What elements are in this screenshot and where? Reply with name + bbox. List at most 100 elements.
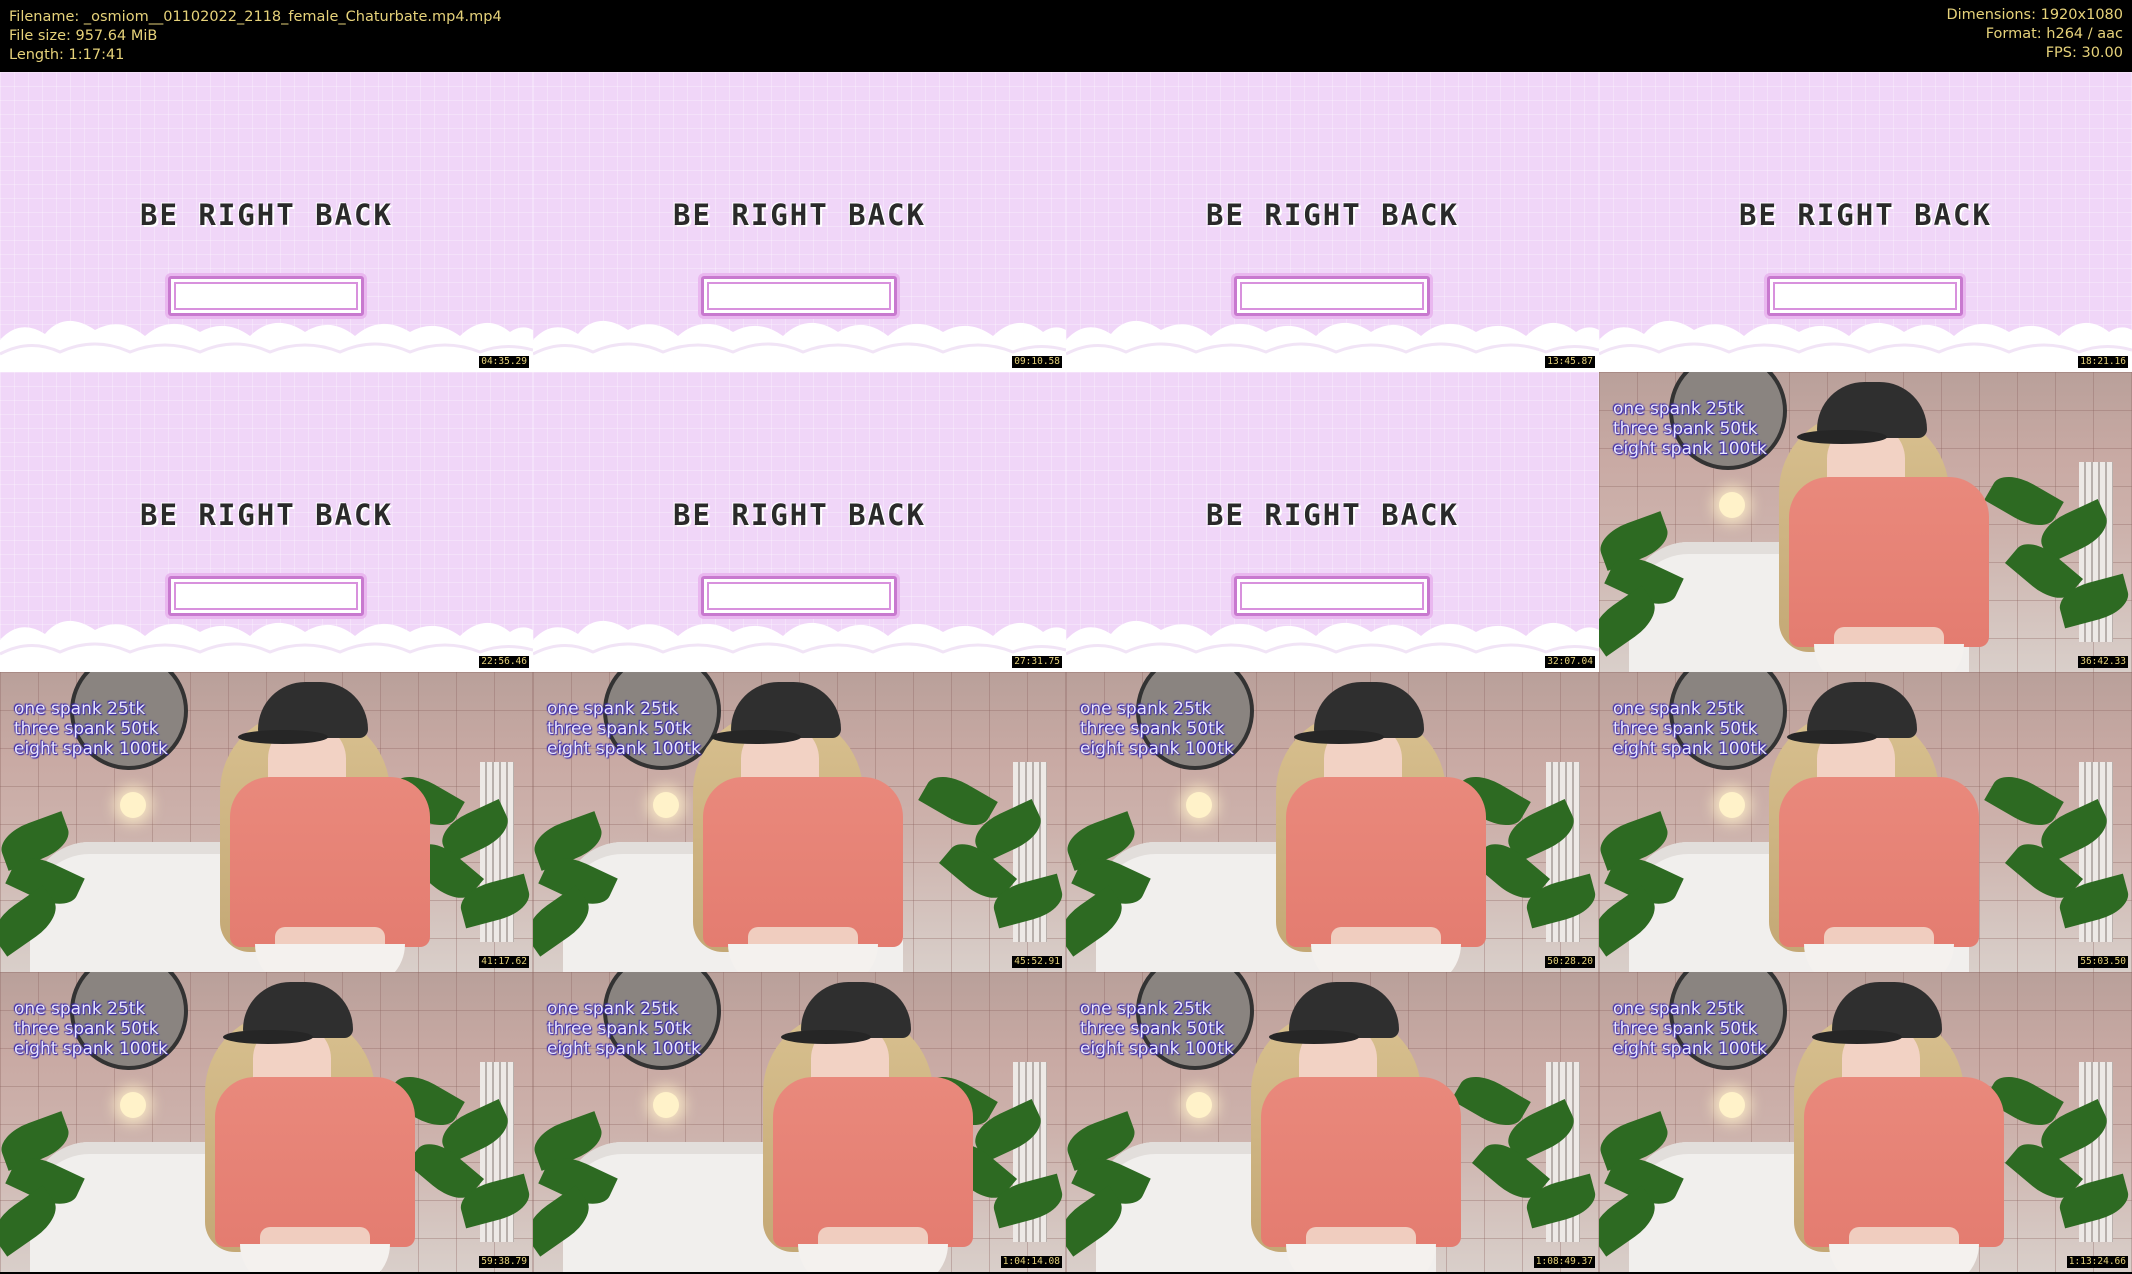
- thumbnail-14: one spank 25tk three spank 50tk eight span…: [533, 972, 1066, 1272]
- thumbnail-6: BE RIGHT BACK 27:31.75: [533, 372, 1066, 672]
- underwear: [240, 1244, 390, 1272]
- tip-line-2: three spank 50tk: [547, 719, 692, 739]
- thumbnail-10: one spank 25tk three spank 50tk eight span…: [533, 672, 1066, 972]
- thumbnail-7: BE RIGHT BACK 32:07.04: [1066, 372, 1599, 672]
- candle-light: [653, 1092, 679, 1118]
- underwear: [1814, 644, 1964, 672]
- pink-shirt: [1779, 777, 1979, 947]
- timestamp-label: 22:56.46: [479, 656, 529, 668]
- tip-line-1: one spank 25tk: [1080, 699, 1212, 719]
- tip-line-3: eight spank 100tk: [547, 1039, 701, 1059]
- format-text: Format: h264 / aac: [1985, 26, 2123, 42]
- tip-menu-overlay: one spank 25tk three spank 50tk eight span…: [1080, 999, 1234, 1059]
- tip-line-1: one spank 25tk: [14, 999, 146, 1019]
- timestamp-label: 59:38.79: [479, 1256, 529, 1268]
- tip-line-1: one spank 25tk: [1613, 999, 1745, 1019]
- thumbnail-12: one spank 25tk three spank 50tk eight span…: [1599, 672, 2132, 972]
- candle-light: [653, 792, 679, 818]
- tip-line-3: eight spank 100tk: [1613, 739, 1767, 759]
- candle-light: [1186, 1092, 1212, 1118]
- timestamp-label: 36:42.33: [2078, 656, 2128, 668]
- thumbnail-15: one spank 25tk three spank 50tk eight span…: [1066, 972, 1599, 1272]
- timestamp-label: 55:03.50: [2078, 956, 2128, 968]
- filename-text: Filename: _osmiom__01102022_2118_female_…: [9, 9, 502, 25]
- underwear: [798, 1244, 948, 1272]
- tip-line-2: three spank 50tk: [14, 719, 159, 739]
- tip-line-2: three spank 50tk: [547, 1019, 692, 1039]
- thumbnail-8: one spank 25tk three spank 50tk eight span…: [1599, 372, 2132, 672]
- candle-light: [1719, 792, 1745, 818]
- pink-shirt: [215, 1077, 415, 1247]
- tip-line-2: three spank 50tk: [1080, 719, 1225, 739]
- timestamp-label: 1:13:24.66: [2066, 1256, 2128, 1268]
- tip-menu-overlay: one spank 25tk three spank 50tk eight span…: [14, 699, 168, 759]
- underwear: [728, 944, 878, 972]
- timestamp-label: 41:17.62: [479, 956, 529, 968]
- cloud-border: [1599, 320, 2132, 372]
- underwear: [1804, 944, 1954, 972]
- tip-line-1: one spank 25tk: [547, 699, 679, 719]
- tip-menu-overlay: one spank 25tk three spank 50tk eight span…: [1613, 699, 1767, 759]
- brb-title: BE RIGHT BACK: [673, 498, 926, 532]
- timestamp-label: 09:10.58: [1012, 356, 1062, 368]
- timestamp-label: 18:21.16: [2078, 356, 2128, 368]
- thumbnail-4: BE RIGHT BACK 18:21.16: [1599, 72, 2132, 372]
- pink-shirt: [1789, 477, 1989, 647]
- brb-title: BE RIGHT BACK: [1206, 498, 1459, 532]
- brb-title: BE RIGHT BACK: [673, 198, 926, 232]
- cloud-border: [533, 320, 1066, 372]
- underwear: [255, 944, 405, 972]
- tip-line-3: eight spank 100tk: [1080, 739, 1234, 759]
- pink-shirt: [773, 1077, 973, 1247]
- tip-line-2: three spank 50tk: [1613, 719, 1758, 739]
- tip-menu-overlay: one spank 25tk three spank 50tk eight span…: [14, 999, 168, 1059]
- candle-light: [1719, 492, 1745, 518]
- timestamp-label: 27:31.75: [1012, 656, 1062, 668]
- pink-shirt: [1261, 1077, 1461, 1247]
- tip-line-3: eight spank 100tk: [14, 1039, 168, 1059]
- tip-line-2: three spank 50tk: [14, 1019, 159, 1039]
- tip-line-1: one spank 25tk: [14, 699, 146, 719]
- brb-title: BE RIGHT BACK: [1206, 198, 1459, 232]
- tip-line-3: eight spank 100tk: [1613, 439, 1767, 459]
- tip-line-3: eight spank 100tk: [1080, 1039, 1234, 1059]
- tip-line-2: three spank 50tk: [1080, 1019, 1225, 1039]
- thumbnail-grid: BE RIGHT BACK 04:35.29 BE RIGHT BACK 09:10.…: [0, 72, 2132, 1274]
- tip-menu-overlay: one spank 25tk three spank 50tk eight span…: [547, 999, 701, 1059]
- thumbnail-13: one spank 25tk three spank 50tk eight span…: [0, 972, 533, 1272]
- tip-line-2: three spank 50tk: [1613, 1019, 1758, 1039]
- tip-line-1: one spank 25tk: [1613, 699, 1745, 719]
- timestamp-label: 45:52.91: [1012, 956, 1062, 968]
- candle-light: [1186, 792, 1212, 818]
- pink-shirt: [1286, 777, 1486, 947]
- candle-light: [120, 792, 146, 818]
- brb-title: BE RIGHT BACK: [140, 198, 393, 232]
- candle-light: [120, 1092, 146, 1118]
- media-info: Dimensions: 1920x1080 Format: h264 / aac…: [1946, 6, 2123, 63]
- thumbnail-3: BE RIGHT BACK 13:45.87: [1066, 72, 1599, 372]
- thumbnail-11: one spank 25tk three spank 50tk eight span…: [1066, 672, 1599, 972]
- info-header: Filename: _osmiom__01102022_2118_female_…: [0, 0, 2132, 72]
- cloud-border: [0, 620, 533, 672]
- thumbnail-16: one spank 25tk three spank 50tk eight span…: [1599, 972, 2132, 1272]
- tip-line-3: eight spank 100tk: [547, 739, 701, 759]
- tip-menu-overlay: one spank 25tk three spank 50tk eight span…: [1613, 399, 1767, 459]
- file-info: Filename: _osmiom__01102022_2118_female_…: [9, 8, 502, 65]
- cloud-border: [533, 620, 1066, 672]
- timestamp-label: 13:45.87: [1545, 356, 1595, 368]
- tip-line-1: one spank 25tk: [547, 999, 679, 1019]
- tip-line-1: one spank 25tk: [1613, 399, 1745, 419]
- underwear: [1286, 1244, 1436, 1272]
- tip-menu-overlay: one spank 25tk three spank 50tk eight span…: [547, 699, 701, 759]
- thumbnail-1: BE RIGHT BACK 04:35.29: [0, 72, 533, 372]
- cloud-border: [1066, 620, 1599, 672]
- tip-line-2: three spank 50tk: [1613, 419, 1758, 439]
- tip-line-3: eight spank 100tk: [1613, 1039, 1767, 1059]
- tip-line-1: one spank 25tk: [1080, 999, 1212, 1019]
- dimensions-text: Dimensions: 1920x1080: [1946, 7, 2123, 23]
- thumbnail-9: one spank 25tk three spank 50tk eight span…: [0, 672, 533, 972]
- timestamp-label: 04:35.29: [479, 356, 529, 368]
- brb-title: BE RIGHT BACK: [1739, 198, 1992, 232]
- timestamp-label: 1:04:14.08: [1000, 1256, 1062, 1268]
- thumbnail-5: BE RIGHT BACK 22:56.46: [0, 372, 533, 672]
